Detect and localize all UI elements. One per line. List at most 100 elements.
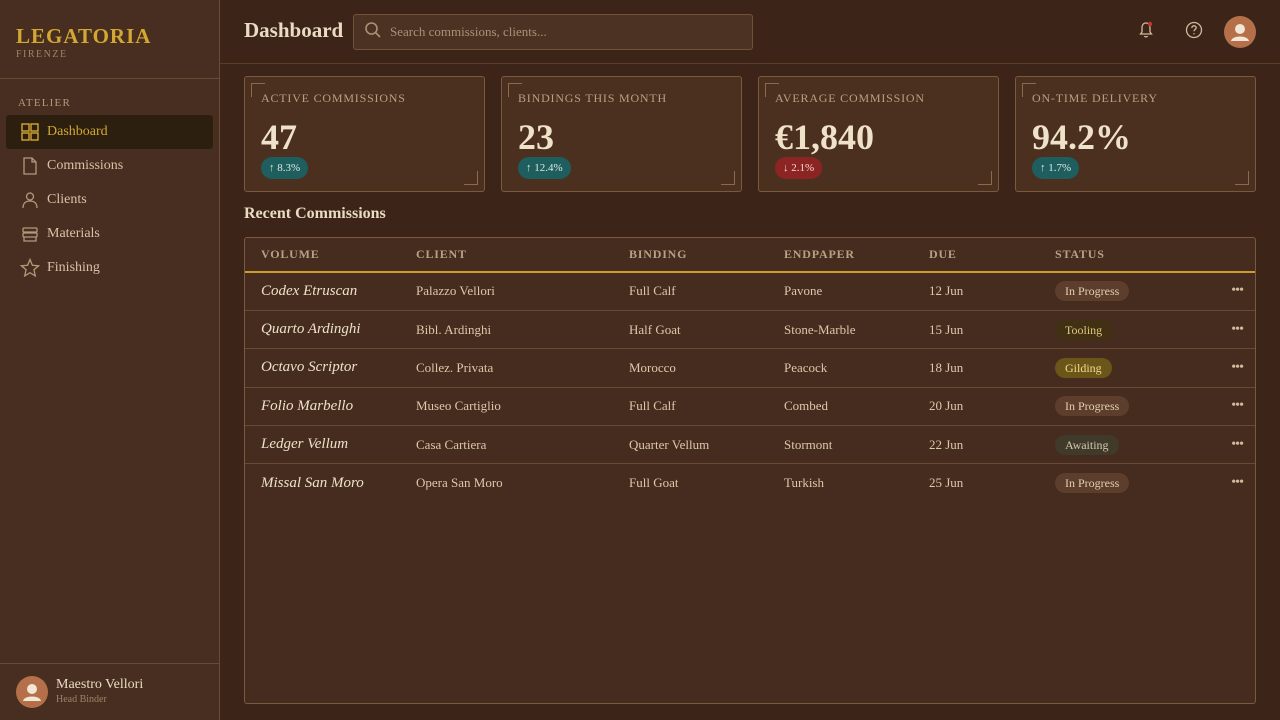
search-icon [364,21,382,43]
row-actions-button[interactable]: ••• [1197,464,1255,502]
sidebar-item-label: Finishing [47,260,100,275]
table-row[interactable]: Missal San Moro Opera San Moro Full Goat… [245,464,1255,502]
column-header-due[interactable]: DUE [913,238,1039,273]
user-avatar-icon [1231,24,1249,41]
sidebar: LEGATORIA FIRENZE ATELIER Dashboard Comm… [0,0,220,720]
cell-due: 20 Jun [913,387,1039,427]
cell-status: In Progress [1039,464,1197,502]
person-icon [20,190,40,210]
sidebar-item-label: Materials [47,226,100,241]
cell-binding: Quarter Vellum [613,425,768,465]
cell-endpaper: Combed [768,387,913,427]
cell-due: 25 Jun [929,475,964,491]
kpi-card-average-commission: AVERAGE COMMISSION €1,840 ↓ 2.1% [758,76,999,192]
status-badge: In Progress [1055,396,1130,417]
cell-volume: Missal San Moro [261,474,364,491]
brand-title: LEGATORIA [16,24,152,48]
avatar [16,676,48,708]
sidebar-item-label: Clients [47,192,87,207]
kpi-delta-badge: ↑ 8.3% [261,157,309,179]
kpi-delta-badge: ↑ 12.4% [518,157,571,179]
sidebar-item-label: Commissions [47,158,124,173]
row-actions-button[interactable]: ••• [1197,387,1255,427]
kpi-delta-badge: ↓ 2.1% [775,157,823,179]
table-row[interactable]: Octavo Scriptor Collez. Privata Morocco … [245,348,1255,388]
more-horizontal-icon: ••• [1231,283,1244,299]
column-header-status[interactable]: STATUS [1039,238,1197,273]
table-row[interactable]: Codex Etruscan Palazzo Vellori Full Calf… [245,272,1255,311]
cell-client: Opera San Moro [416,475,503,491]
cell-endpaper: Peacock [768,348,913,388]
kpi-value: 47 [261,117,297,157]
section-title-recent-commissions: Recent Commissions [244,205,386,222]
search-box[interactable] [353,14,753,50]
row-actions-button[interactable]: ••• [1197,425,1255,465]
kpi-delta-badge: ↑ 1.7% [1032,157,1080,179]
status-badge: Awaiting [1055,434,1119,455]
cell-status: In Progress [1039,272,1197,311]
cell-due: 15 Jun [913,310,1039,350]
help-button[interactable] [1182,20,1206,44]
top-bar: Dashboard [220,0,1280,64]
more-horizontal-icon: ••• [1231,398,1244,414]
column-header-endpaper[interactable]: ENDPAPER [768,238,913,273]
more-horizontal-icon: ••• [1231,359,1244,375]
cell-client: Collez. Privata [400,348,613,388]
user-profile[interactable]: Maestro Vellori Head Binder [0,663,219,720]
kpi-value: 23 [518,117,554,157]
notifications-button[interactable] [1134,20,1158,44]
kpi-card-bindings-month: BINDINGS THIS MONTH 23 ↑ 12.4% [501,76,742,192]
cell-binding: Half Goat [613,310,768,350]
more-horizontal-icon: ••• [1231,475,1244,491]
page-title: Dashboard [244,18,344,42]
cell-status: Awaiting [1039,425,1197,465]
table-row[interactable]: Ledger Vellum Casa Cartiera Quarter Vell… [245,425,1255,465]
user-role: Head Binder [56,694,107,705]
cell-volume: Codex Etruscan [245,272,400,311]
kpi-value: 94.2% [1032,117,1131,157]
row-actions-button[interactable]: ••• [1197,348,1255,388]
header-avatar[interactable] [1224,16,1256,48]
search-input[interactable] [390,24,730,40]
more-horizontal-icon: ••• [1231,436,1244,452]
sidebar-item-finishing[interactable]: Finishing [6,251,213,285]
sidebar-item-dashboard[interactable]: Dashboard [6,115,213,149]
row-actions-button[interactable]: ••• [1197,272,1255,311]
cell-binding: Full Calf [613,387,768,427]
cell-client: Museo Cartiglio [400,387,613,427]
cell-due: 18 Jun [913,348,1039,388]
help-icon [1185,21,1203,43]
sidebar-item-materials[interactable]: Materials [6,217,213,251]
cell-endpaper: Stormont [768,425,913,465]
cell-binding: Full Goat [629,475,679,491]
kpi-label: ACTIVE COMMISSIONS [261,91,406,105]
status-badge: Tooling [1055,319,1113,340]
column-header-binding[interactable]: BINDING [613,238,768,273]
sidebar-item-clients[interactable]: Clients [6,183,213,217]
kpi-label: BINDINGS THIS MONTH [518,91,667,105]
table-header-row: VOLUME CLIENT BINDING ENDPAPER DUE STATU… [245,238,1255,273]
column-header-client[interactable]: CLIENT [400,238,613,273]
cell-volume: Ledger Vellum [245,425,400,465]
user-name: Maestro Vellori [56,677,144,692]
nav-section-label: ATELIER [18,97,72,109]
more-horizontal-icon: ••• [1231,321,1244,337]
cell-binding: Morocco [613,348,768,388]
column-header-volume[interactable]: VOLUME [245,238,400,273]
table-row[interactable]: Folio Marbello Museo Cartiglio Full Calf… [245,387,1255,427]
sidebar-item-commissions[interactable]: Commissions [6,149,213,183]
cell-client: Palazzo Vellori [400,272,613,311]
kpi-value: €1,840 [775,117,874,157]
cell-due: 22 Jun [913,425,1039,465]
cell-endpaper: Pavone [768,272,913,311]
cell-status: Tooling [1039,310,1197,350]
kpi-card-active-commissions: ACTIVE COMMISSIONS 47 ↑ 8.3% [244,76,485,192]
grid-icon [20,122,40,142]
status-badge: In Progress [1055,473,1130,494]
cell-status: In Progress [1039,387,1197,427]
status-badge: In Progress [1055,281,1130,302]
recent-commissions-table: VOLUME CLIENT BINDING ENDPAPER DUE STATU… [244,237,1256,704]
kpi-card-on-time-delivery: ON-TIME DELIVERY 94.2% ↑ 1.7% [1015,76,1256,192]
table-row[interactable]: Quarto Ardinghi Bibl. Ardinghi Half Goat… [245,310,1255,350]
row-actions-button[interactable]: ••• [1197,310,1255,350]
